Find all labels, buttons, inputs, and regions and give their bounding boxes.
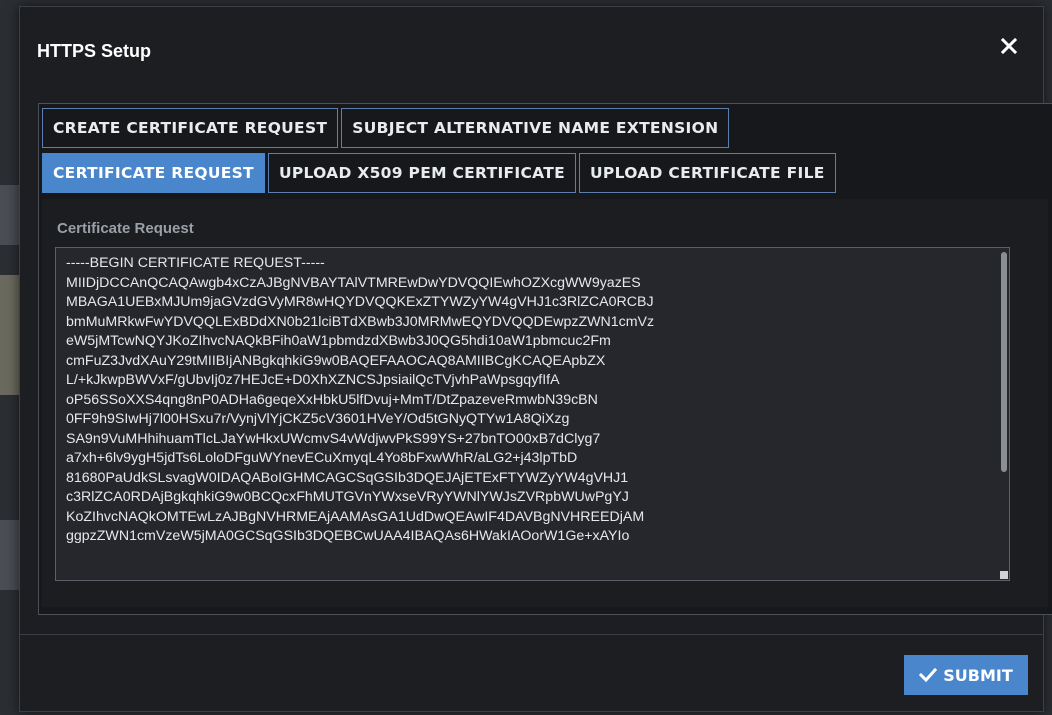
close-button[interactable] [998, 35, 1020, 57]
tab-upload-x509-pem-certificate[interactable]: UPLOAD X509 PEM CERTIFICATE [267, 153, 577, 193]
certificate-request-text[interactable]: -----BEGIN CERTIFICATE REQUEST----- MIID… [66, 254, 989, 576]
certificate-request-label: Certificate Request [57, 220, 194, 237]
tab-panel: CREATE CERTIFICATE REQUEST SUBJECT ALTER… [38, 103, 1052, 615]
submit-label: SUBMIT [943, 665, 1013, 685]
footer-divider [20, 634, 1043, 635]
checkmark-icon [919, 668, 938, 682]
dialog-header: HTTPS Setup [20, 7, 1043, 93]
tab-content: Certificate Request -----BEGIN CERTIFICA… [42, 199, 1048, 607]
submit-button[interactable]: SUBMIT [904, 655, 1028, 695]
tab-upload-certificate-file[interactable]: UPLOAD CERTIFICATE FILE [579, 153, 836, 193]
tab-subject-alternative-name-extension[interactable]: SUBJECT ALTERNATIVE NAME EXTENSION [341, 108, 730, 148]
certificate-request-textarea[interactable]: -----BEGIN CERTIFICATE REQUEST----- MIID… [55, 247, 1010, 581]
tab-certificate-request[interactable]: CERTIFICATE REQUEST [42, 153, 265, 193]
https-setup-dialog: HTTPS Setup CREATE CERTIFICATE REQUEST S… [19, 6, 1052, 712]
tabs-row: CERTIFICATE REQUEST UPLOAD X509 PEM CERT… [42, 153, 836, 195]
close-icon [1000, 37, 1018, 55]
resize-grip-icon[interactable] [1000, 571, 1008, 579]
vertical-scrollbar[interactable] [1001, 252, 1007, 472]
tab-create-certificate-request[interactable]: CREATE CERTIFICATE REQUEST [42, 108, 339, 148]
tabs-row: CREATE CERTIFICATE REQUEST SUBJECT ALTER… [42, 108, 730, 150]
dialog-title: HTTPS Setup [37, 41, 152, 61]
